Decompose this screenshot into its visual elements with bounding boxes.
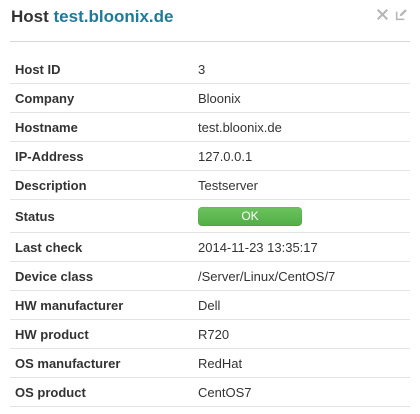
- ip-address-value: 127.0.0.1: [198, 148, 253, 164]
- os-manufacturer-row: OS manufacturer RedHat: [10, 349, 410, 378]
- hostname-value: test.bloonix.de: [198, 119, 282, 135]
- ip-address-label: IP-Address: [15, 148, 84, 164]
- device-class-value: /Server/Linux/CentOS/7: [198, 268, 336, 284]
- hw-product-value: R720: [198, 326, 230, 342]
- description-value: Testserver: [198, 177, 258, 193]
- os-product-row: OS product CentOS7: [10, 378, 410, 407]
- close-icon[interactable]: [376, 8, 389, 21]
- host-name-title: test.bloonix.de: [53, 7, 174, 26]
- hw-manufacturer-value: Dell: [198, 297, 221, 313]
- hw-product-row: HW product R720: [10, 320, 410, 349]
- device-class-row: Device class /Server/Linux/CentOS/7: [10, 262, 410, 291]
- page-title: Host test.bloonix.de: [11, 6, 173, 28]
- last-check-value: 2014-11-23 13:35:17: [198, 239, 318, 255]
- header-actions: [376, 6, 408, 22]
- title-prefix: Host: [11, 7, 49, 26]
- last-check-label: Last check: [15, 239, 83, 255]
- host-id-row: Host ID 3: [10, 55, 410, 84]
- ip-address-row: IP-Address 127.0.0.1: [10, 142, 410, 171]
- status-label: Status: [15, 208, 55, 224]
- hw-product-label: HW product: [15, 326, 89, 342]
- host-details-panel: Host test.bloonix.de Host ID 3 Company B…: [0, 0, 420, 414]
- os-manufacturer-value: RedHat: [198, 355, 243, 371]
- hostname-label: Hostname: [15, 119, 78, 135]
- os-product-label: OS product: [15, 384, 86, 400]
- header-divider: [10, 41, 410, 42]
- company-value: Bloonix: [198, 90, 241, 106]
- company-row: Company Bloonix: [10, 84, 410, 113]
- os-product-value: CentOS7: [198, 384, 252, 400]
- description-label: Description: [15, 177, 87, 193]
- device-class-label: Device class: [15, 268, 94, 284]
- edit-icon[interactable]: [395, 8, 408, 21]
- status-badge: OK: [198, 206, 302, 226]
- host-id-label: Host ID: [15, 61, 61, 77]
- os-manufacturer-label: OS manufacturer: [15, 355, 121, 371]
- description-row: Description Testserver: [10, 171, 410, 200]
- hw-manufacturer-row: HW manufacturer Dell: [10, 291, 410, 320]
- host-id-value: 3: [198, 61, 206, 77]
- host-details-header: Host test.bloonix.de: [0, 0, 420, 41]
- status-row: Status OK: [10, 200, 410, 233]
- company-label: Company: [15, 90, 75, 106]
- host-details-table: Host ID 3 Company Bloonix Hostname test.…: [10, 55, 410, 407]
- hw-manufacturer-label: HW manufacturer: [15, 297, 124, 313]
- status-value-cell: OK: [198, 200, 302, 232]
- last-check-row: Last check 2014-11-23 13:35:17: [10, 233, 410, 262]
- hostname-row: Hostname test.bloonix.de: [10, 113, 410, 142]
